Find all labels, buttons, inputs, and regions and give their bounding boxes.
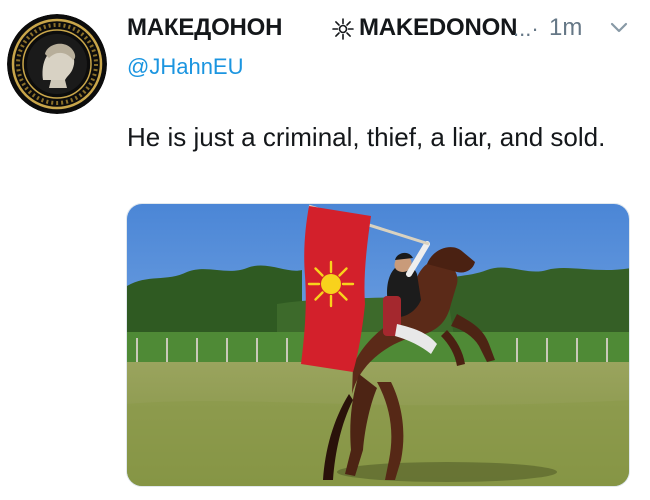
- tweet-header: МАКЕДОНОН MAKEDONON ...· 1m: [127, 12, 637, 44]
- tweet-photo[interactable]: [126, 203, 630, 487]
- display-name[interactable]: МАКЕДОНОН: [127, 14, 282, 42]
- user-handle[interactable]: @JHahnEU: [127, 54, 244, 80]
- tweet-text: He is just a criminal, thief, a liar, an…: [127, 122, 606, 152]
- display-name-latin[interactable]: MAKEDONON: [359, 14, 517, 42]
- chevron-down-icon[interactable]: [609, 20, 629, 36]
- vergina-sun-icon: [332, 18, 354, 40]
- timestamp[interactable]: 1m: [549, 14, 582, 42]
- tweet-card[interactable]: МАКЕДОНОН MAKEDONON ...· 1m @JHahnEU He …: [0, 0, 650, 500]
- name-truncation: ...·: [513, 16, 539, 41]
- avatar[interactable]: [7, 14, 107, 114]
